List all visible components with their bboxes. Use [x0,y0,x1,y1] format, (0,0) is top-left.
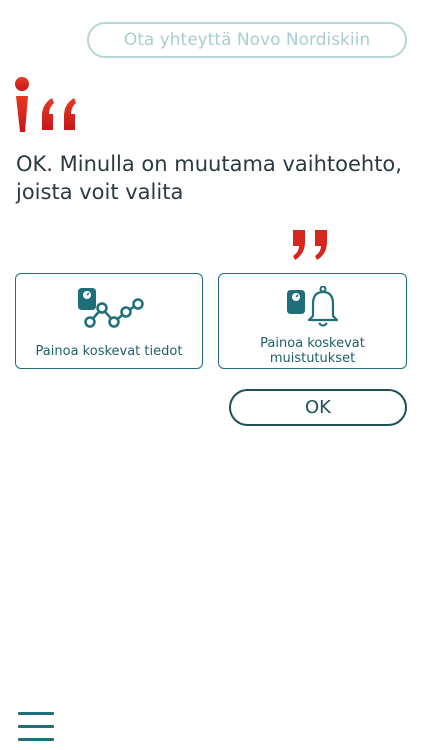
ok-button[interactable]: OK [229,389,407,426]
assistant-message: OK. Minulla on muutama vaihtoehto, joist… [16,152,402,204]
scale-bell-icon [219,286,406,330]
option-weight-reminders[interactable]: Painoa koskevat muistutukset [218,273,407,369]
close-quote-icon [291,230,333,264]
scale-chart-icon [16,286,202,328]
contact-novo-nordisk-button[interactable]: Ota yhteyttä Novo Nordiskiin [87,22,407,58]
option-label: Painoa koskevat muistutukset [260,336,365,366]
open-quote-icon [12,74,84,138]
hamburger-menu-icon[interactable] [18,712,54,742]
option-weight-info[interactable]: Painoa koskevat tiedot [15,273,203,369]
option-label: Painoa koskevat tiedot [35,344,183,359]
